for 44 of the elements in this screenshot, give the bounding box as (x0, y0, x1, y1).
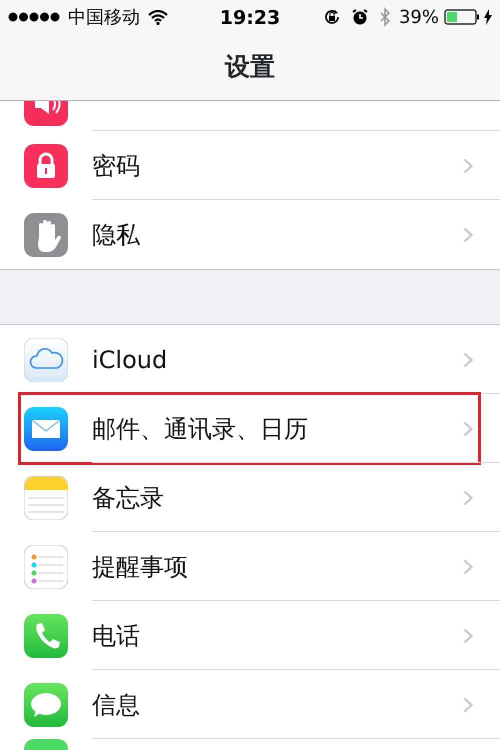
settings-row[interactable]: 邮件、通讯录、日历 (0, 394, 500, 463)
row-label: 隐私 (92, 220, 141, 250)
rotation-lock-icon (322, 8, 341, 26)
app-icon (24, 739, 68, 750)
wifi-icon (148, 10, 168, 24)
settings-row[interactable]: 密码 (0, 131, 500, 200)
battery-percent: 39% (398, 6, 439, 30)
settings-row[interactable]: 信息 (0, 670, 500, 739)
chevron-icon (463, 420, 473, 436)
settings-row[interactable]: 电话 (0, 601, 500, 670)
notepad-icon (24, 476, 68, 520)
chevron-icon (463, 696, 473, 712)
checklist-icon (24, 544, 68, 588)
settings-row[interactable]: iCloud (0, 325, 500, 394)
bluetooth-icon (378, 7, 391, 27)
settings-row[interactable]: 提醒事项 (0, 532, 500, 601)
charging-bolt-icon (484, 9, 492, 25)
row-label: 备忘录 (92, 482, 165, 514)
alarm-clock-icon (350, 8, 369, 26)
battery-icon (444, 9, 480, 25)
settings-row[interactable]: 隐私 (0, 200, 500, 269)
row-label: 电话 (92, 620, 141, 652)
chevron-icon (463, 628, 473, 644)
row-label: 密码 (92, 150, 141, 182)
chevron-icon (463, 352, 473, 368)
row-label: 信息 (92, 690, 141, 720)
carrier-name: 中国移动 (68, 6, 140, 30)
chevron-icon (463, 226, 473, 242)
status-time: 19:23 (220, 6, 280, 31)
row-label: iCloud (92, 344, 168, 376)
settings-row[interactable]: 备忘录 (0, 463, 500, 532)
chevron-icon (463, 558, 473, 574)
hand-icon (24, 212, 68, 256)
envelope-icon (24, 406, 68, 450)
lock-icon (24, 144, 68, 188)
screen-title: 设置 (224, 51, 276, 83)
row-label: 邮件、通讯录、日历 (92, 414, 309, 444)
chevron-icon (463, 490, 473, 506)
speech-bubble-icon (24, 682, 68, 726)
signal-icon (8, 11, 60, 23)
row-label: 提醒事项 (92, 552, 189, 582)
cloud-icon (24, 338, 68, 382)
chevron-icon (463, 158, 473, 174)
phone-icon (24, 614, 68, 658)
